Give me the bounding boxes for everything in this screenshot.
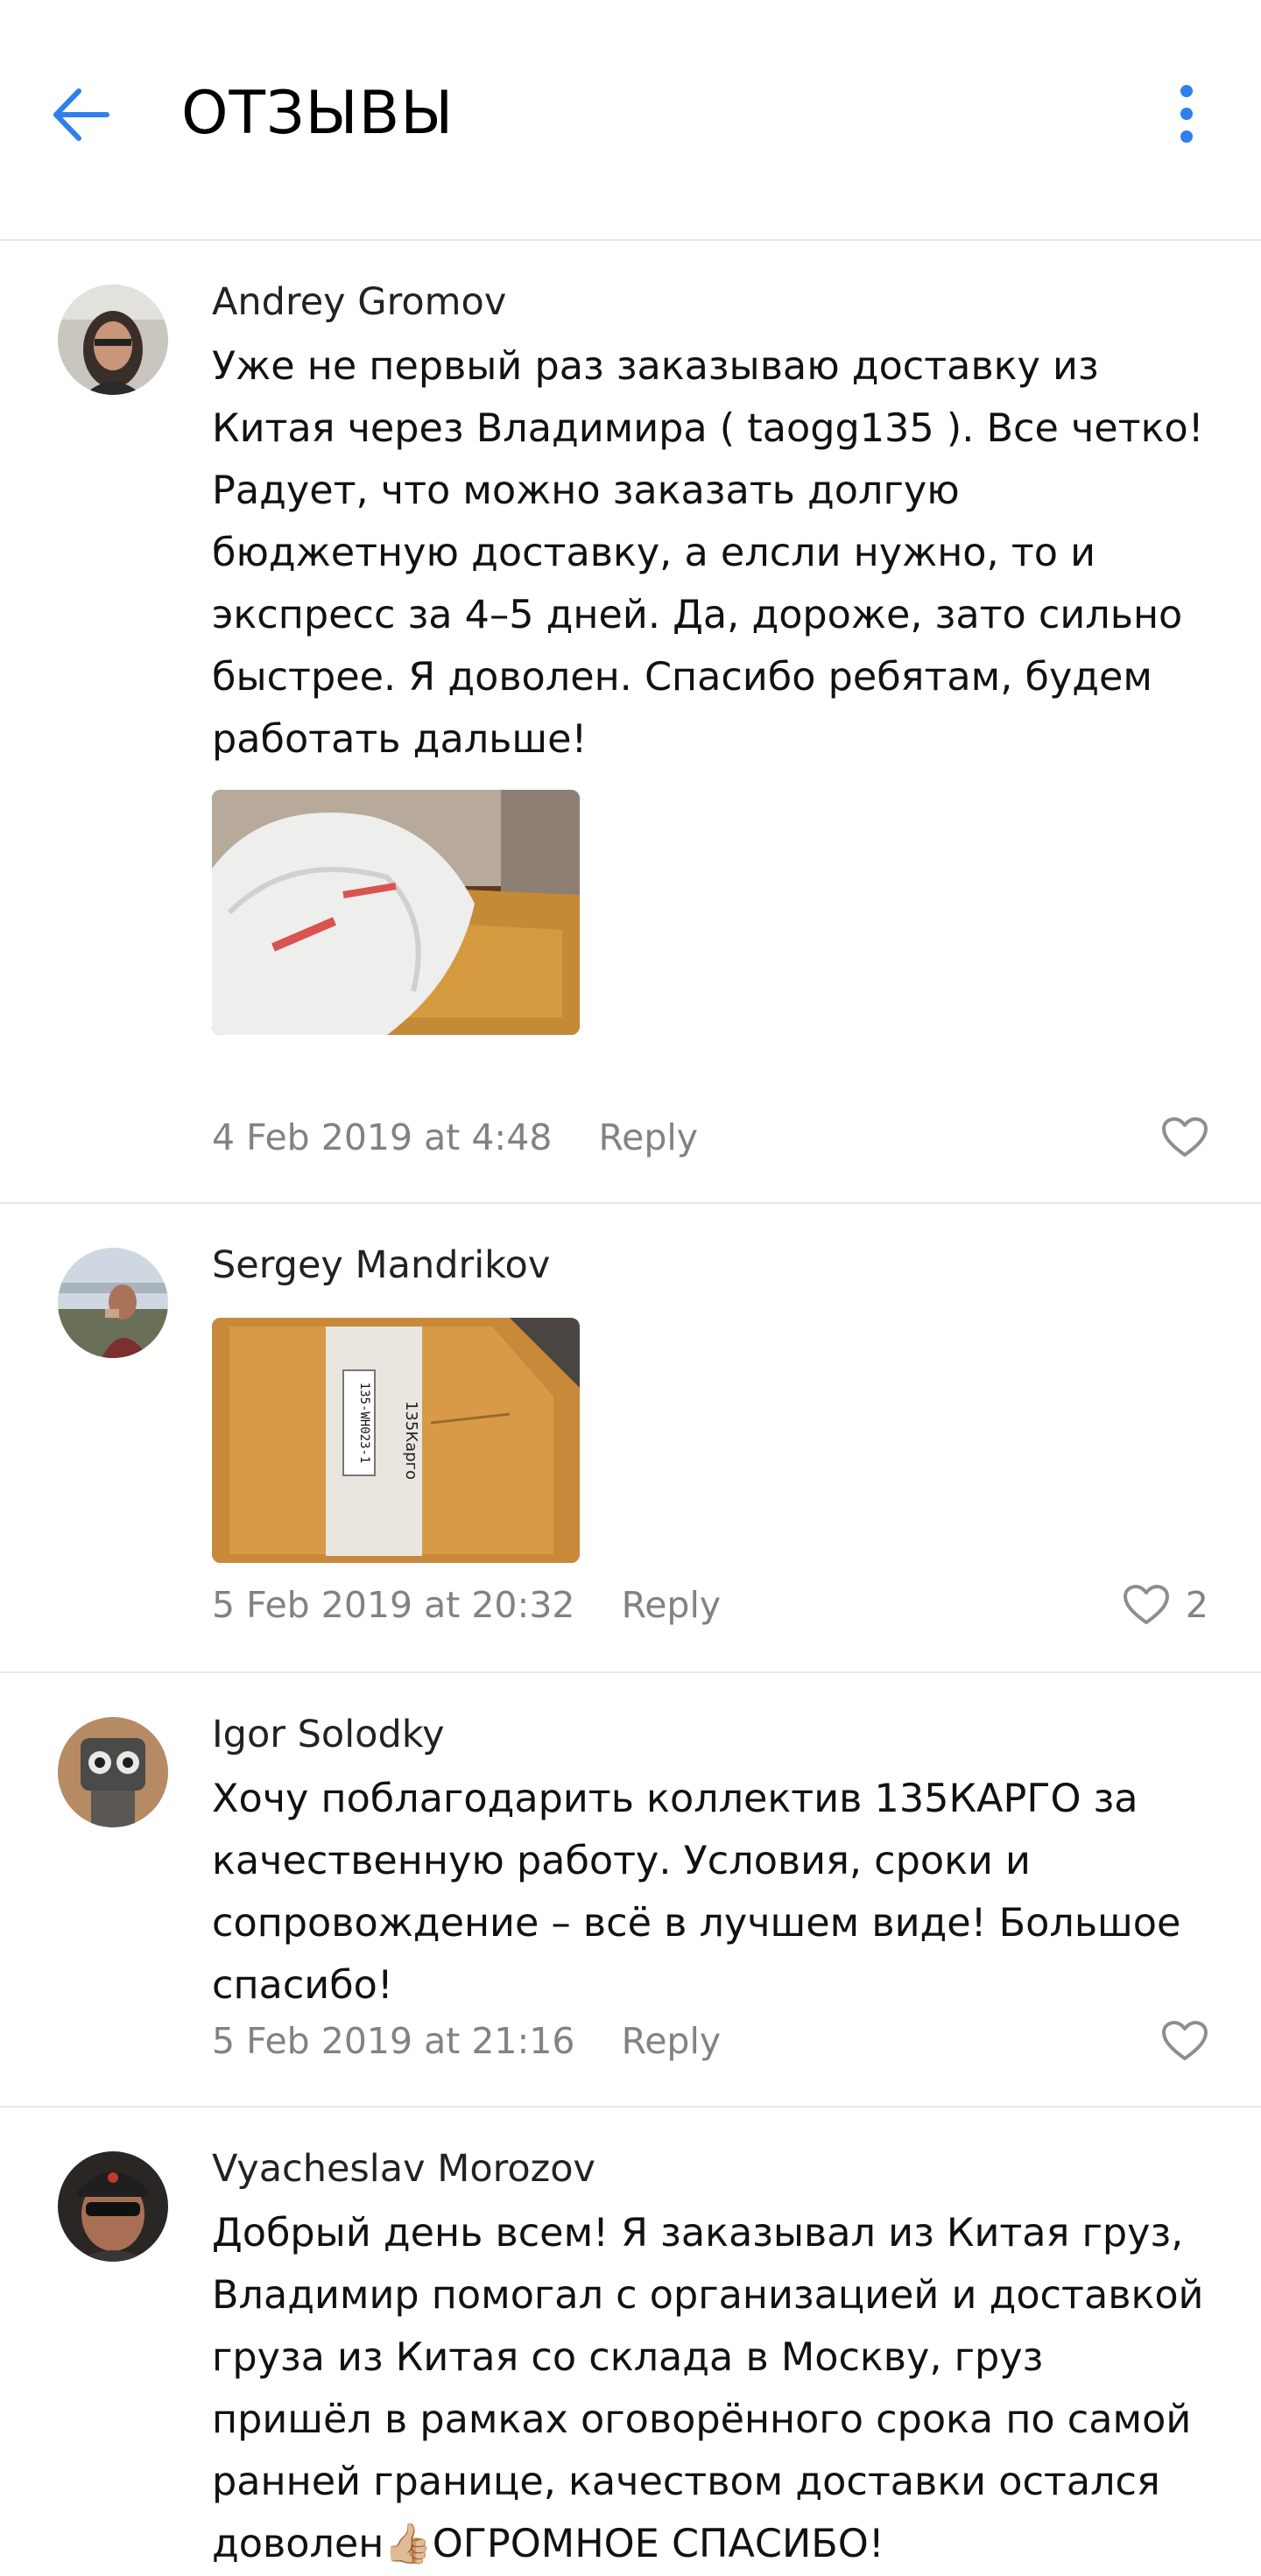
review-meta: 4 Feb 2019 at 4:48 Reply (212, 1113, 698, 1162)
review-meta: 5 Feb 2019 at 21:16 Reply (212, 2016, 721, 2066)
review-item: Andrey Gromov Уже не первый раз заказыва… (0, 241, 1261, 1204)
review-author[interactable]: Sergey Mandrikov (212, 1241, 1208, 1290)
back-button[interactable] (49, 84, 116, 145)
app-header: ОТЗЫВЫ (0, 0, 1261, 241)
review-text: Уже не первый раз заказываю доставку из … (212, 344, 1204, 762)
like-count: 2 (1185, 1584, 1208, 1626)
avatar[interactable] (58, 1717, 168, 1827)
review-text: Хочу поблагодарить коллектив 135КАРГО за… (212, 1777, 1181, 2008)
review-item: Sergey Mandrikov 135Карго 135-WH023-1 5 … (0, 1204, 1261, 1673)
like-button[interactable]: 2 (1123, 1580, 1208, 1629)
review-item: Vyacheslav Morozov Добрый день всем! Я з… (0, 2108, 1261, 2576)
avatar[interactable] (58, 2151, 168, 2262)
like-button[interactable] (1161, 1113, 1208, 1162)
review-text: Добрый день всем! Я заказывал из Китая г… (212, 2211, 1204, 2566)
arrow-left-icon (53, 88, 109, 141)
page-title: ОТЗЫВЫ (181, 79, 454, 148)
review-author[interactable]: Igor Solodky (212, 1710, 1208, 1759)
reply-button[interactable]: Reply (598, 1116, 698, 1158)
heart-icon (1162, 2021, 1208, 2060)
avatar[interactable] (58, 1248, 168, 1358)
photo-label-2: 135-WH023-1 (357, 1383, 371, 1464)
review-author[interactable]: Vyacheslav Morozov (212, 2144, 1208, 2193)
review-photo[interactable]: 135Карго 135-WH023-1 (212, 1318, 580, 1563)
review-photo[interactable] (212, 790, 580, 1035)
photo-label-1: 135Карго (402, 1401, 420, 1480)
review-date[interactable]: 5 Feb 2019 at 20:32 (212, 1584, 575, 1626)
like-button[interactable] (1161, 2016, 1208, 2066)
review-date[interactable]: 4 Feb 2019 at 4:48 (212, 1116, 552, 1158)
heart-icon (1123, 1585, 1169, 1624)
more-vertical-icon (1180, 85, 1193, 143)
review-item: Igor Solodky Хочу поблагодарить коллекти… (0, 1673, 1261, 2108)
reply-button[interactable]: Reply (622, 2020, 722, 2062)
review-date[interactable]: 5 Feb 2019 at 21:16 (212, 2020, 575, 2062)
heart-icon (1162, 1117, 1208, 1157)
more-options-button[interactable] (1165, 84, 1208, 145)
avatar[interactable] (58, 285, 168, 395)
review-meta: 5 Feb 2019 at 20:32 Reply (212, 1580, 721, 1629)
reply-button[interactable]: Reply (622, 1584, 722, 1626)
review-author[interactable]: Andrey Gromov (212, 278, 1208, 327)
